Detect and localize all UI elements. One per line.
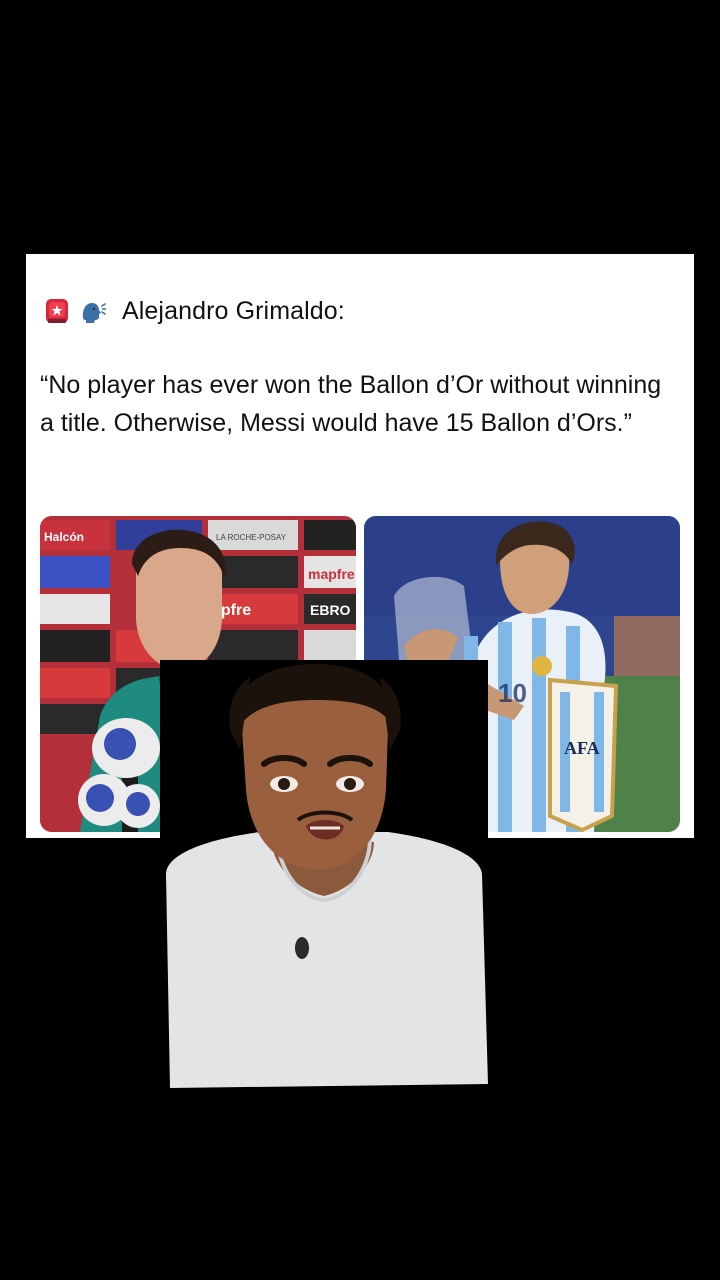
jersey-text-afa: AFA [564,738,600,758]
post-header: Alejandro Grimaldo: [44,294,345,328]
webcam-overlay [160,660,488,1090]
sponsor-text-mapfre: mapfre [308,566,355,582]
speaking-head-icon [80,298,107,324]
sponsor-text-halcon: Halcón [44,530,84,544]
siren-icon [44,296,70,326]
quote-text: “No player has ever won the Ballon d’Or … [40,371,662,437]
sponsor-text-ebro: EBRO [310,602,351,618]
jersey-text-number: 10 [498,678,527,708]
sponsor-text-laroche: LA ROCHE-POSAY [216,533,287,542]
author-name: Alejandro Grimaldo: [122,296,345,325]
